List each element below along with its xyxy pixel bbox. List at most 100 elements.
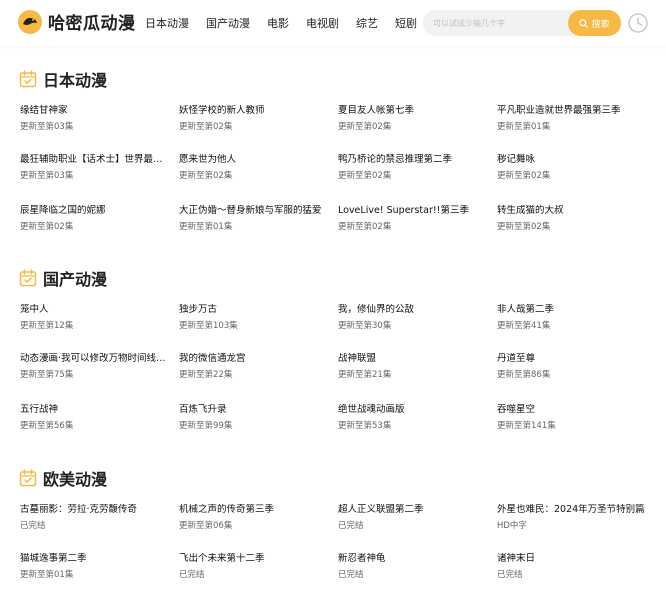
- anime-status: 更新至第02集: [497, 171, 551, 181]
- anime-card[interactable]: LoveLive! Superstar!!第三季 更新至第02集: [338, 205, 488, 239]
- nav-item-japanese-anime[interactable]: 日本动漫: [145, 15, 189, 31]
- nav-item-short-drama[interactable]: 短剧: [395, 15, 417, 31]
- anime-card[interactable]: 外星也难民：2024年万圣节特别篇 HD中字: [497, 504, 647, 538]
- anime-status: 已完结: [20, 521, 46, 531]
- anime-title: 诸神末日: [497, 553, 536, 564]
- section-title: 日本动漫: [19, 67, 107, 91]
- anime-status: 更新至第53集: [338, 421, 392, 431]
- anime-title: 笼中人: [20, 304, 49, 315]
- anime-status: HD中字: [497, 521, 527, 531]
- anime-title: 缘结甘神家: [20, 105, 68, 116]
- anime-card[interactable]: 大正伪婚～替身新娘与军服的猛爱 更新至第01集: [179, 205, 329, 239]
- anime-title: 妖怪学校的新人教师: [179, 105, 265, 116]
- section-title: 国产动漫: [19, 266, 107, 290]
- anime-card[interactable]: 诸神末日 已完结: [497, 553, 647, 587]
- anime-card[interactable]: 夏目友人帐第七季 更新至第02集: [338, 105, 488, 139]
- anime-status: 更新至第21集: [338, 370, 392, 380]
- anime-card[interactable]: 平凡职业造就世界最强第三季 更新至第01集: [497, 105, 647, 139]
- anime-card[interactable]: 鸭乃桥论的禁忌推理第二季 更新至第02集: [338, 154, 488, 188]
- anime-card[interactable]: 飞出个未来第十二季 已完结: [179, 553, 329, 587]
- anime-title: 辰星降临之国的妮娜: [20, 205, 106, 216]
- site-logo[interactable]: 哈密瓜动漫: [18, 9, 136, 34]
- anime-title: 外星也难民：2024年万圣节特别篇: [497, 504, 645, 515]
- anime-title: 鸭乃桥论的禁忌推理第二季: [338, 154, 453, 165]
- anime-card[interactable]: 战神联盟更新至第21集: [338, 353, 488, 387]
- anime-card[interactable]: 猫城逸事第二季 更新至第01集: [20, 553, 170, 587]
- anime-title: 我，修仙界的公敌: [338, 304, 415, 315]
- anime-status: 更新至第03集: [20, 171, 74, 181]
- anime-status: 更新至第03集: [20, 122, 74, 132]
- anime-status: 更新至第02集: [338, 122, 392, 132]
- anime-card[interactable]: 转生成猫的大叔 更新至第02集: [497, 205, 647, 239]
- anime-status: 更新至第75集: [20, 370, 74, 380]
- anime-title: 夏目友人帐第七季: [338, 105, 415, 116]
- anime-card[interactable]: 辰星降临之国的妮娜 更新至第02集: [20, 205, 170, 239]
- site-name: 哈密瓜动漫: [48, 14, 136, 34]
- anime-status: 更新至第06集: [179, 521, 233, 531]
- anime-title: 愿来世为他人: [179, 154, 237, 165]
- anime-card[interactable]: 非人哉第二季 更新至第41集: [497, 304, 647, 338]
- calendar-icon: [19, 469, 37, 487]
- search-button[interactable]: 搜索: [568, 10, 621, 36]
- nav-item-variety[interactable]: 综艺: [356, 15, 378, 31]
- anime-card[interactable]: 最狂辅助职业【话术士】世界最强战团听我号令更新至第03集: [20, 154, 170, 188]
- anime-title: 百炼飞升录: [179, 404, 227, 415]
- anime-card[interactable]: 动态漫画·我可以修改万物时间线第二季 更新至第75集: [20, 353, 170, 387]
- main-nav: 日本动漫 国产动漫 电影 电视剧 综艺 短剧: [145, 15, 434, 31]
- history-button[interactable]: [627, 12, 649, 34]
- anime-title: 战神联盟: [338, 353, 377, 364]
- anime-status: 已完结: [497, 570, 523, 580]
- anime-title: 吞噬星空: [497, 404, 536, 415]
- anime-card[interactable]: 新忍者神龟 已完结: [338, 553, 488, 587]
- anime-card[interactable]: 独步万古 更新至第103集: [179, 304, 329, 338]
- anime-status: 更新至第30集: [338, 321, 392, 331]
- anime-card[interactable]: 古墓丽影：劳拉·克劳馥传奇 已完结: [20, 504, 170, 538]
- anime-card[interactable]: 我的微信通龙宫 更新至第22集: [179, 353, 329, 387]
- anime-card[interactable]: 愿来世为他人 更新至第02集: [179, 154, 329, 188]
- top-header: 哈密瓜动漫 日本动漫 国产动漫 电影 电视剧 综艺 短剧 搜索: [0, 0, 666, 46]
- anime-title: 秽记舞咏: [497, 154, 536, 165]
- section-title-label: 国产动漫: [43, 270, 108, 289]
- anime-status: 更新至第103集: [179, 321, 238, 331]
- anime-status: 更新至第02集: [338, 171, 392, 181]
- anime-title: 我的微信通龙宫: [179, 353, 246, 364]
- anime-card[interactable]: 丹道至尊 更新至第86集: [497, 353, 647, 387]
- anime-card[interactable]: 妖怪学校的新人教师 更新至第02集: [179, 105, 329, 139]
- anime-title: 超人正义联盟第二季: [338, 504, 424, 515]
- melon-logo-icon: [18, 9, 42, 34]
- section-title-label: 欧美动漫: [43, 470, 108, 489]
- nav-item-movies[interactable]: 电影: [267, 15, 289, 31]
- anime-card[interactable]: 百炼飞升录更新至第99集: [179, 404, 329, 438]
- anime-status: 更新至第56集: [20, 421, 74, 431]
- section-title: 欧美动漫: [19, 466, 107, 490]
- anime-title: 绝世战魂动画版: [338, 404, 405, 415]
- anime-card[interactable]: 绝世战魂动画版 更新至第53集: [338, 404, 488, 438]
- anime-status: 更新至第02集: [20, 222, 74, 232]
- anime-title: 动态漫画·我可以修改万物时间线第二季: [20, 353, 170, 364]
- anime-card[interactable]: 机械之声的传奇第三季 更新至第06集: [179, 504, 329, 538]
- search-icon: [579, 18, 589, 28]
- anime-card[interactable]: 五行战神 更新至第56集: [20, 404, 170, 438]
- search-input[interactable]: [423, 10, 573, 36]
- nav-item-chinese-anime[interactable]: 国产动漫: [206, 15, 250, 31]
- nav-item-tv-series[interactable]: 电视剧: [306, 15, 339, 31]
- anime-status: 更新至第22集: [179, 370, 233, 380]
- anime-card[interactable]: 超人正义联盟第二季 已完结: [338, 504, 488, 538]
- anime-card[interactable]: 缘结甘神家更新至第03集: [20, 105, 170, 139]
- anime-status: 更新至第02集: [179, 171, 233, 181]
- anime-card[interactable]: 笼中人 更新至第12集: [20, 304, 170, 338]
- anime-title: 非人哉第二季: [497, 304, 555, 315]
- anime-title: 猫城逸事第二季: [20, 553, 87, 564]
- anime-title: 机械之声的传奇第三季: [179, 504, 275, 515]
- anime-status: 更新至第99集: [179, 421, 233, 431]
- section-title-label: 日本动漫: [43, 71, 108, 90]
- anime-card[interactable]: 吞噬星空 更新至第141集: [497, 404, 647, 438]
- anime-status: 已完结: [179, 570, 205, 580]
- anime-card[interactable]: 秽记舞咏更新至第02集: [497, 154, 647, 188]
- calendar-icon: [19, 70, 37, 88]
- anime-title: 转生成猫的大叔: [497, 205, 564, 216]
- anime-title: 飞出个未来第十二季: [179, 553, 265, 564]
- anime-title: LoveLive! Superstar!!第三季: [338, 205, 469, 216]
- anime-title: 最狂辅助职业【话术士】世界最强战团听我号令: [20, 154, 170, 165]
- anime-card[interactable]: 我，修仙界的公敌 更新至第30集: [338, 304, 488, 338]
